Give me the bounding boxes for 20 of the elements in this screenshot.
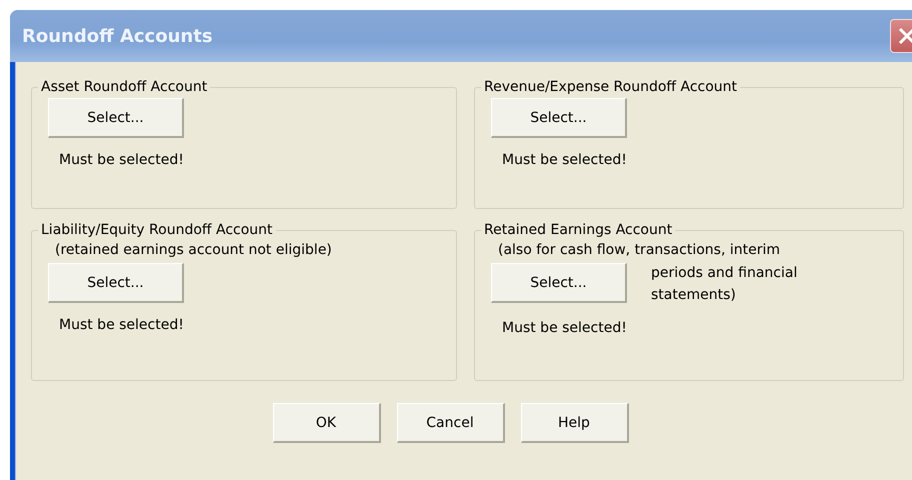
select-button[interactable]: Select... bbox=[48, 263, 184, 303]
group-title: Retained Earnings Account bbox=[483, 221, 674, 239]
status-text: Must be selected! bbox=[59, 152, 185, 168]
group-note: (also for cash flow, transactions, interim bbox=[498, 241, 781, 260]
status-text: Must be selected! bbox=[502, 152, 628, 168]
dialog-button[interactable]: Help bbox=[520, 403, 628, 443]
select-button[interactable]: Select... bbox=[491, 263, 627, 303]
window-title: Roundoff Accounts bbox=[22, 26, 213, 46]
group-title: Revenue/Expense Roundoff Account bbox=[483, 78, 738, 96]
dialog-button[interactable]: OK bbox=[272, 403, 380, 443]
group-note: periods and financial statements) bbox=[651, 264, 798, 305]
close-icon bbox=[897, 26, 912, 46]
group-title: Liability/Equity Roundoff Account bbox=[40, 221, 274, 239]
group-title: Asset Roundoff Account bbox=[40, 78, 208, 96]
status-text: Must be selected! bbox=[502, 320, 628, 336]
select-button[interactable]: Select... bbox=[491, 98, 627, 138]
group-note: (retained earnings account not eligible) bbox=[55, 241, 333, 260]
status-text: Must be selected! bbox=[59, 317, 185, 333]
dialog-button[interactable]: Cancel bbox=[396, 403, 504, 443]
select-button[interactable]: Select... bbox=[48, 98, 184, 138]
